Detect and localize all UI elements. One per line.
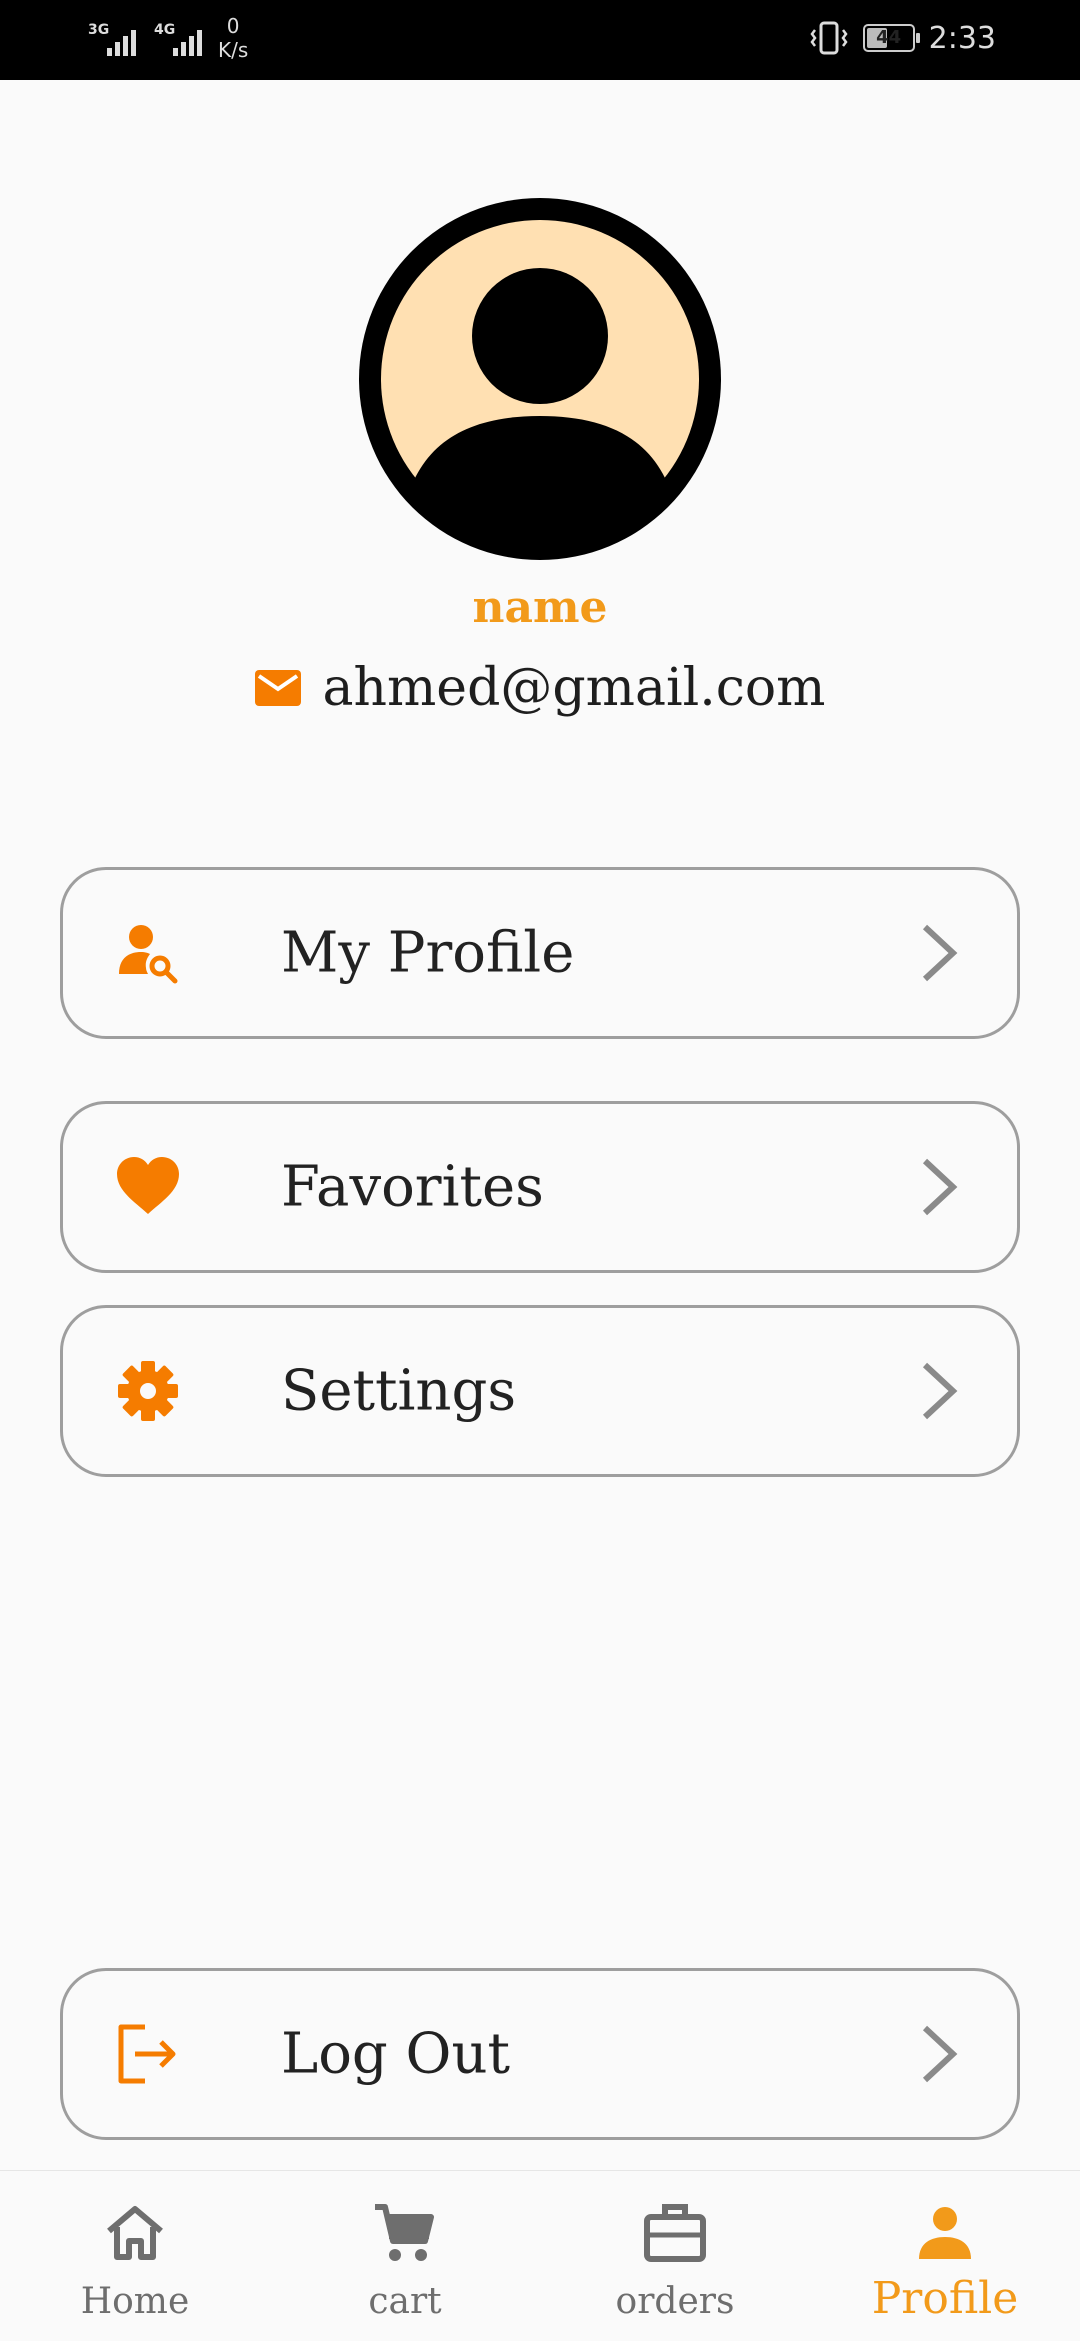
nav-cart[interactable]: cart — [270, 2171, 540, 2341]
nav-orders[interactable]: orders — [540, 2171, 810, 2341]
status-bar: 3G 4G 0 K/s 44 2:33 — [0, 0, 1080, 80]
network-speed-value: 0 — [226, 14, 240, 38]
briefcase-icon — [644, 2204, 706, 2262]
nav-profile[interactable]: Profile — [810, 2171, 1080, 2341]
logout-icon — [118, 2024, 176, 2084]
nav-orders-label: orders — [615, 2281, 735, 2322]
settings-button[interactable]: Settings — [60, 1305, 1020, 1477]
bottom-navigation: Home cart orders Profile — [0, 2170, 1080, 2340]
status-right: 44 2:33 — [809, 20, 996, 56]
favorites-button[interactable]: Favorites — [60, 1101, 1020, 1273]
nav-profile-label: Profile — [871, 2273, 1019, 2324]
person-icon — [919, 2207, 971, 2259]
nav-home[interactable]: Home — [0, 2171, 270, 2341]
vibrate-icon — [810, 21, 848, 55]
nav-cart-label: cart — [368, 2281, 442, 2322]
battery-icon: 44 — [862, 24, 920, 52]
profile-name: name — [472, 582, 608, 633]
favorites-label: Favorites — [281, 1154, 544, 1220]
network-speed: 0 K/s — [218, 14, 248, 62]
logout-button[interactable]: Log Out — [60, 1968, 1020, 2140]
my-profile-button[interactable]: My Profile — [60, 867, 1020, 1039]
home-icon — [107, 2206, 163, 2260]
signal-indicators: 3G 4G — [88, 20, 202, 56]
signal-3g: 3G — [88, 20, 136, 56]
email-row: ahmed@gmail.com — [0, 658, 1080, 718]
chevron-right-icon — [922, 2025, 958, 2083]
my-profile-label: My Profile — [281, 920, 575, 986]
chevron-right-icon — [922, 924, 958, 982]
logout-label: Log Out — [281, 2021, 511, 2087]
network-speed-unit: K/s — [218, 38, 249, 62]
settings-label: Settings — [281, 1358, 517, 1424]
signal-4g: 4G — [154, 20, 202, 56]
signal-bars-icon — [173, 30, 202, 56]
nav-home-label: Home — [80, 2281, 190, 2322]
gear-icon — [118, 1361, 178, 1421]
clock: 2:33 — [928, 20, 996, 56]
chevron-right-icon — [922, 1362, 958, 1420]
battery-level: 44 — [876, 27, 902, 48]
email-text: ahmed@gmail.com — [322, 658, 826, 718]
mail-icon — [254, 670, 301, 706]
person-search-icon — [119, 925, 178, 984]
heart-icon — [117, 1157, 179, 1214]
signal-bars-icon — [107, 30, 136, 56]
avatar[interactable] — [359, 198, 721, 560]
cart-icon — [375, 2204, 434, 2261]
chevron-right-icon — [922, 1158, 958, 1216]
